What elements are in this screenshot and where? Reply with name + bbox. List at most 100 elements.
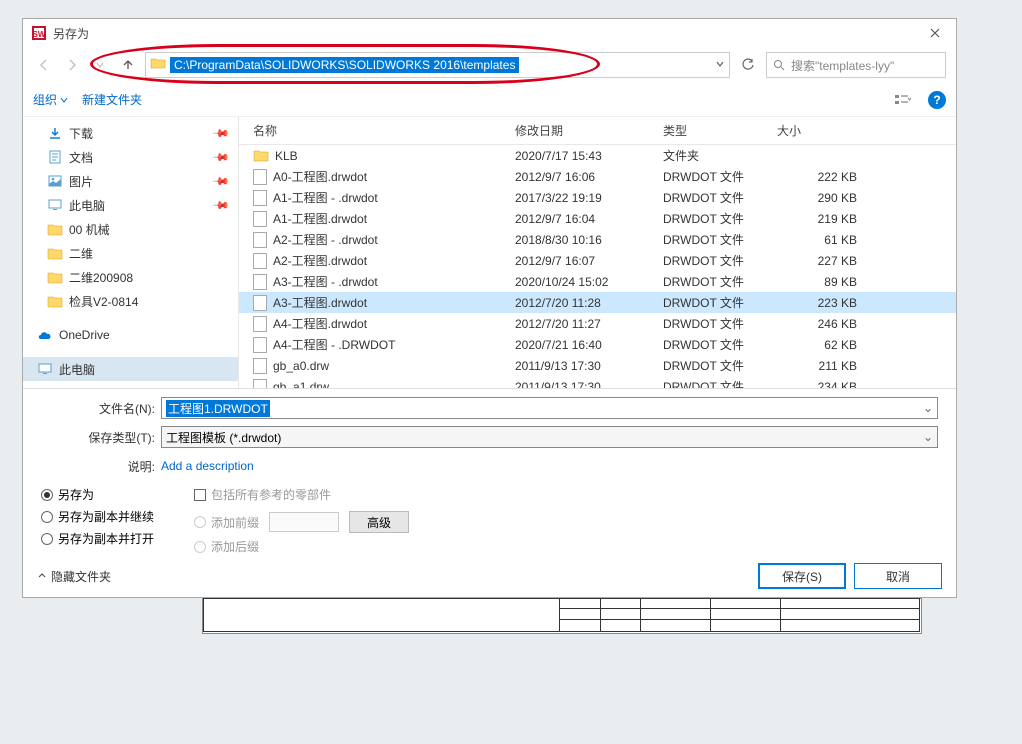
column-headers[interactable]: 名称 修改日期 类型 大小 — [239, 117, 956, 145]
file-type: DRWDOT 文件 — [663, 315, 777, 332]
file-size: 234 KB — [777, 380, 877, 389]
file-row[interactable]: gb_a0.drw2011/9/13 17:30DRWDOT 文件211 KB — [239, 355, 956, 376]
radio-saveas-copy-continue[interactable]: 另存为副本并继续 — [41, 508, 154, 525]
forward-button[interactable] — [61, 54, 83, 76]
doc-icon — [47, 149, 63, 165]
nav-row: C:\ProgramData\SOLIDWORKS\SOLIDWORKS 201… — [23, 47, 956, 83]
radio-add-prefix: 添加前缀 — [194, 514, 259, 531]
dialog-title: 另存为 — [53, 25, 922, 42]
folder-icon — [150, 56, 166, 75]
file-row[interactable]: KLB2020/7/17 15:43文件夹 — [239, 145, 956, 166]
file-row[interactable]: A2-工程图.drwdot2012/9/7 16:07DRWDOT 文件227 … — [239, 250, 956, 271]
new-folder-button[interactable]: 新建文件夹 — [82, 91, 142, 108]
sidebar-item-folder-0[interactable]: 00 机械 — [23, 217, 238, 241]
col-size[interactable]: 大小 — [777, 122, 877, 139]
file-list-area: 名称 修改日期 类型 大小 KLB2020/7/17 15:43文件夹 A0-工程… — [239, 117, 956, 388]
sidebar-item-music[interactable]: 音乐 (H:) — [23, 381, 238, 388]
radio-add-suffix: 添加后缀 — [194, 538, 409, 555]
folder-icon — [47, 269, 63, 285]
filename-input[interactable]: 工程图1.DRWDOT⌄ — [161, 397, 938, 419]
footer: 隐藏文件夹 保存(S) 取消 — [23, 561, 956, 597]
advanced-button[interactable]: 高级 — [349, 511, 409, 533]
file-row[interactable]: A3-工程图 - .drwdot2020/10/24 15:02DRWDOT 文… — [239, 271, 956, 292]
sidebar-item-folder-2[interactable]: 二维200908 — [23, 265, 238, 289]
sidebar-item-pictures[interactable]: 图片📌 — [23, 169, 238, 193]
file-name: KLB — [275, 149, 298, 163]
file-date: 2012/7/20 11:28 — [515, 296, 663, 310]
pc-icon — [37, 361, 53, 377]
description-link[interactable]: Add a description — [161, 459, 254, 473]
toolbar: 组织 新建文件夹 ? — [23, 83, 956, 117]
file-row[interactable]: gb_a1.drw2011/9/13 17:30DRWDOT 文件234 KB — [239, 376, 956, 388]
file-size: 89 KB — [777, 275, 877, 289]
view-options-button[interactable] — [892, 89, 914, 111]
file-size: 290 KB — [777, 191, 877, 205]
sidebar-item-documents[interactable]: 文档📌 — [23, 145, 238, 169]
file-list: KLB2020/7/17 15:43文件夹 A0-工程图.drwdot 2012/9… — [239, 145, 956, 388]
description-label: 说明: — [41, 458, 161, 475]
file-row[interactable]: A0-工程图.drwdot2012/9/7 16:06DRWDOT 文件222 … — [239, 166, 956, 187]
col-name[interactable]: 名称 — [239, 122, 515, 139]
file-type: DRWDOT 文件 — [663, 273, 777, 290]
pin-icon: 📌 — [212, 148, 231, 167]
file-row[interactable]: A2-工程图 - .drwdot2018/8/30 10:16DRWDOT 文件… — [239, 229, 956, 250]
col-type[interactable]: 类型 — [663, 122, 777, 139]
filetype-label: 保存类型(T): — [41, 429, 161, 446]
file-row[interactable]: A1-工程图.drwdot2012/9/7 16:04DRWDOT 文件219 … — [239, 208, 956, 229]
radio-saveas-copy-open[interactable]: 另存为副本并打开 — [41, 530, 154, 547]
file-row[interactable]: A3-工程图.drwdot2012/7/20 11:28DRWDOT 文件223… — [239, 292, 956, 313]
file-row[interactable]: A4-工程图 - .DRWDOT2020/7/21 16:40DRWDOT 文件… — [239, 334, 956, 355]
cancel-button[interactable]: 取消 — [854, 563, 942, 589]
sidebar-item-folder-3[interactable]: 检具V2-0814 — [23, 289, 238, 313]
help-button[interactable]: ? — [928, 91, 946, 109]
file-name: A4-工程图 - .DRWDOT — [273, 336, 395, 353]
sidebar-item-onedrive[interactable]: OneDrive — [23, 323, 238, 347]
sidebar: 下载📌 文档📌 图片📌 此电脑📌 00 机械 二维 二维200908 检具V2-… — [23, 117, 239, 388]
search-input[interactable]: 搜索"templates-lyy" — [766, 52, 946, 78]
back-button[interactable] — [33, 54, 55, 76]
organize-button[interactable]: 组织 — [33, 91, 68, 108]
check-include-refs[interactable]: 包括所有参考的零部件 — [194, 486, 409, 503]
file-type: DRWDOT 文件 — [663, 252, 777, 269]
filetype-select[interactable]: 工程图模板 (*.drwdot)⌄ — [161, 426, 938, 448]
pin-icon: 📌 — [212, 124, 231, 143]
path-dropdown-icon[interactable] — [715, 56, 725, 74]
file-date: 2020/10/24 15:02 — [515, 275, 663, 289]
hide-folders-button[interactable]: 隐藏文件夹 — [37, 568, 111, 585]
file-date: 2011/9/13 17:30 — [515, 380, 663, 389]
file-type: DRWDOT 文件 — [663, 336, 777, 353]
titlebar: SW 另存为 — [23, 19, 956, 47]
sidebar-item-downloads[interactable]: 下载📌 — [23, 121, 238, 145]
file-type: DRWDOT 文件 — [663, 189, 777, 206]
col-date[interactable]: 修改日期 — [515, 122, 663, 139]
up-button[interactable] — [117, 54, 139, 76]
file-type: DRWDOT 文件 — [663, 168, 777, 185]
radio-saveas[interactable]: 另存为 — [41, 486, 154, 503]
sidebar-item-thispc-quick[interactable]: 此电脑📌 — [23, 193, 238, 217]
close-button[interactable] — [922, 23, 948, 43]
file-name: A2-工程图.drwdot — [273, 252, 367, 269]
file-name: gb_a1.drw — [273, 380, 329, 389]
file-row[interactable]: A4-工程图.drwdot2012/7/20 11:27DRWDOT 文件246… — [239, 313, 956, 334]
save-button[interactable]: 保存(S) — [758, 563, 846, 589]
chevron-down-icon[interactable]: ⌄ — [923, 430, 933, 444]
file-type: DRWDOT 文件 — [663, 357, 777, 374]
address-bar[interactable]: C:\ProgramData\SOLIDWORKS\SOLIDWORKS 201… — [145, 52, 730, 78]
file-date: 2018/8/30 10:16 — [515, 233, 663, 247]
search-placeholder: 搜索"templates-lyy" — [791, 57, 894, 74]
bottom-panel: 文件名(N): 工程图1.DRWDOT⌄ 保存类型(T): 工程图模板 (*.d… — [23, 388, 956, 561]
sidebar-item-folder-1[interactable]: 二维 — [23, 241, 238, 265]
pin-icon: 📌 — [212, 196, 231, 215]
file-date: 2012/9/7 16:06 — [515, 170, 663, 184]
file-row[interactable]: A1-工程图 - .drwdot2017/3/22 19:19DRWDOT 文件… — [239, 187, 956, 208]
sidebar-item-thispc[interactable]: 此电脑 — [23, 357, 238, 381]
pc-icon — [47, 197, 63, 213]
refresh-button[interactable] — [736, 53, 760, 77]
chevron-down-icon[interactable]: ⌄ — [923, 401, 933, 415]
file-name: A0-工程图.drwdot — [273, 168, 367, 185]
prefix-input — [269, 512, 339, 532]
img-icon — [47, 173, 63, 189]
file-size: 246 KB — [777, 317, 877, 331]
search-icon — [773, 59, 785, 71]
recent-chevron[interactable] — [89, 54, 111, 76]
